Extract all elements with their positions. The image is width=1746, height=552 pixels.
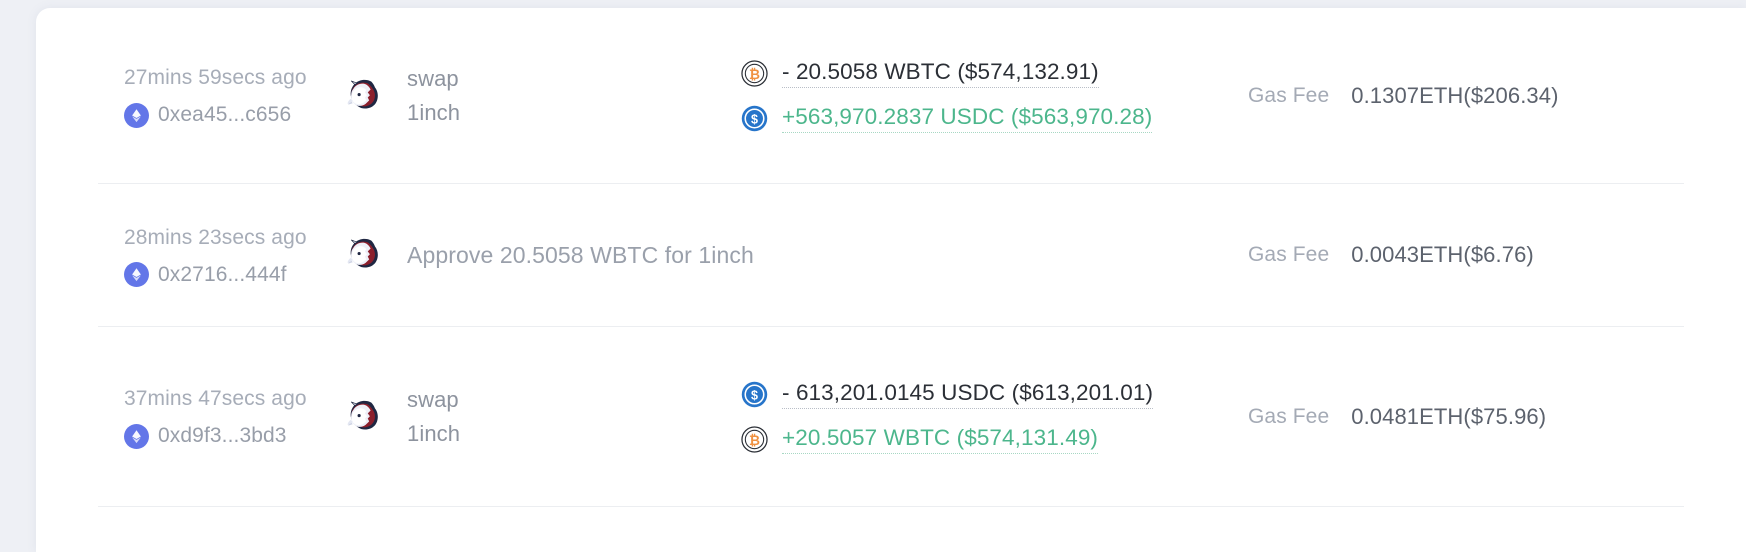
transaction-age: 27mins 59secs ago bbox=[124, 66, 307, 90]
transaction-hash[interactable]: 0xea45...c656 bbox=[158, 103, 291, 127]
table-row[interactable]: 37mins 47secs ago 0xd9f3...3bd3 swap 1in… bbox=[98, 327, 1684, 507]
transfer-amount[interactable]: +563,970.2837 USDC ($563,970.28) bbox=[782, 104, 1153, 133]
transfer-list: ₿ - 20.5058 WBTC ($574,132.91) $ +563,97… bbox=[739, 59, 1214, 133]
action-text-group: swap 1inch bbox=[407, 62, 460, 129]
gas-fee-label: Gas Fee bbox=[1248, 243, 1330, 266]
table-row[interactable]: 27mins 59secs ago 0xea45...c656 swap 1in… bbox=[98, 8, 1684, 184]
ethereum-icon bbox=[124, 102, 149, 128]
table-row[interactable]: 28mins 23secs ago 0x2716...444f Approve … bbox=[98, 184, 1684, 327]
transfer-item: $ - 613,201.0145 USDC ($613,201.01) bbox=[741, 380, 1214, 409]
svg-text:₿: ₿ bbox=[749, 66, 760, 81]
svg-text:₿: ₿ bbox=[749, 432, 760, 447]
wbtc-icon: ₿ bbox=[741, 59, 768, 87]
action-text-group: swap 1inch bbox=[407, 383, 460, 450]
action-protocol[interactable]: 1inch bbox=[407, 96, 460, 129]
ethereum-icon bbox=[124, 423, 149, 449]
gas-fee-label: Gas Fee bbox=[1248, 404, 1330, 428]
transfer-item: ₿ +20.5057 WBTC ($574,131.49) bbox=[741, 425, 1214, 454]
wbtc-icon: ₿ bbox=[741, 425, 768, 453]
action-protocol[interactable]: 1inch bbox=[407, 417, 460, 450]
gas-fee-value: 0.0043ETH($6.76) bbox=[1351, 242, 1534, 267]
action-text-group: Approve 20.5058 WBTC for 1inch bbox=[407, 238, 754, 273]
transaction-list-card: 27mins 59secs ago 0xea45...c656 swap 1in… bbox=[36, 8, 1746, 552]
page-root: 27mins 59secs ago 0xea45...c656 swap 1in… bbox=[0, 0, 1746, 552]
1inch-unicorn-icon bbox=[339, 394, 385, 440]
action-name: swap bbox=[407, 387, 459, 413]
transfer-amount[interactable]: - 20.5058 WBTC ($574,132.91) bbox=[782, 59, 1099, 88]
transaction-action-cell: swap 1inch bbox=[331, 62, 739, 129]
transaction-action-cell: swap 1inch bbox=[331, 383, 739, 450]
gas-fee-cell: Gas Fee 0.0481ETH($75.96) bbox=[1214, 404, 1684, 430]
1inch-unicorn-icon bbox=[339, 73, 385, 119]
transaction-hash-line[interactable]: 0x2716...444f bbox=[124, 262, 331, 288]
transfer-item: $ +563,970.2837 USDC ($563,970.28) bbox=[741, 104, 1214, 133]
action-name: swap bbox=[407, 66, 459, 92]
transaction-age: 37mins 47secs ago bbox=[124, 387, 307, 411]
gas-fee-cell: Gas Fee 0.0043ETH($6.76) bbox=[1214, 242, 1684, 268]
gas-fee-value: 0.0481ETH($75.96) bbox=[1351, 403, 1547, 429]
transfer-list: $ - 613,201.0145 USDC ($613,201.01) ₿ +2… bbox=[739, 380, 1214, 454]
1inch-unicorn-icon bbox=[339, 232, 385, 278]
transaction-age: 28mins 23secs ago bbox=[124, 225, 307, 249]
svg-text:$: $ bbox=[751, 388, 758, 402]
transaction-action-cell: Approve 20.5058 WBTC for 1inch bbox=[331, 232, 754, 278]
action-description: Approve 20.5058 WBTC for 1inch bbox=[407, 241, 754, 268]
transfer-item: ₿ - 20.5058 WBTC ($574,132.91) bbox=[741, 59, 1214, 88]
transfer-amount[interactable]: - 613,201.0145 USDC ($613,201.01) bbox=[782, 380, 1154, 409]
usdc-icon: $ bbox=[741, 381, 768, 408]
gas-fee-label: Gas Fee bbox=[1248, 83, 1330, 107]
transaction-hash[interactable]: 0x2716...444f bbox=[158, 263, 287, 287]
ethereum-icon bbox=[124, 262, 149, 288]
transaction-age-cell: 37mins 47secs ago 0xd9f3...3bd3 bbox=[98, 384, 331, 449]
transfer-amount[interactable]: +20.5057 WBTC ($574,131.49) bbox=[782, 425, 1099, 454]
transaction-hash-line[interactable]: 0xea45...c656 bbox=[124, 102, 331, 128]
transaction-hash[interactable]: 0xd9f3...3bd3 bbox=[158, 424, 287, 448]
transaction-hash-line[interactable]: 0xd9f3...3bd3 bbox=[124, 423, 331, 449]
gas-fee-cell: Gas Fee 0.1307ETH($206.34) bbox=[1214, 83, 1684, 109]
transaction-age-cell: 27mins 59secs ago 0xea45...c656 bbox=[98, 63, 331, 128]
svg-text:$: $ bbox=[751, 112, 758, 126]
transaction-age-cell: 28mins 23secs ago 0x2716...444f bbox=[98, 223, 331, 288]
gas-fee-value: 0.1307ETH($206.34) bbox=[1351, 82, 1559, 108]
usdc-icon: $ bbox=[741, 105, 768, 132]
